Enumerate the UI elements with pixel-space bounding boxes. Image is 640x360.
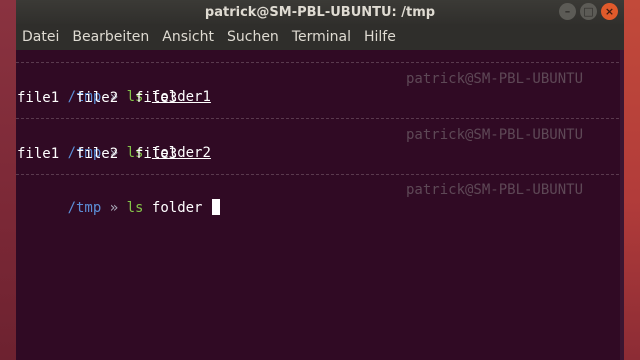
prompt-line: /tmp » ls folder1 xyxy=(17,70,211,105)
prompt-directory: /tmp xyxy=(67,200,102,216)
minimize-button[interactable]: – xyxy=(559,3,576,20)
prompt-line: /tmp » ls folder2 xyxy=(17,126,211,161)
scrollbar[interactable] xyxy=(620,50,624,360)
prompt-separator xyxy=(16,62,624,63)
command-output: file1 file2 file3 xyxy=(17,90,178,106)
terminal-window: patrick@SM-PBL-UBUNTU: /tmp – □ × Datei … xyxy=(16,0,624,360)
host-hint: patrick@SM-PBL-UBUNTU xyxy=(406,71,584,87)
prompt-arrow: » xyxy=(109,200,119,216)
text-cursor xyxy=(211,199,220,215)
window-controls: – □ × xyxy=(559,3,618,20)
menu-datei[interactable]: Datei xyxy=(22,29,59,45)
title-bar[interactable]: patrick@SM-PBL-UBUNTU: /tmp – □ × xyxy=(16,0,624,24)
command-output: file1 file2 file3 xyxy=(17,146,178,162)
menu-bearbeiten[interactable]: Bearbeiten xyxy=(72,29,149,45)
command-name: ls xyxy=(126,200,144,216)
menu-terminal[interactable]: Terminal xyxy=(292,29,351,45)
menu-ansicht[interactable]: Ansicht xyxy=(162,29,214,45)
window-title: patrick@SM-PBL-UBUNTU: /tmp xyxy=(204,4,436,20)
menu-suchen[interactable]: Suchen xyxy=(227,29,279,45)
prompt-separator xyxy=(16,118,624,119)
menu-hilfe[interactable]: Hilfe xyxy=(364,29,396,45)
maximize-button[interactable]: □ xyxy=(580,3,597,20)
host-hint: patrick@SM-PBL-UBUNTU xyxy=(406,182,584,198)
terminal-output[interactable]: /tmp » ls folder1 patrick@SM-PBL-UBUNTU … xyxy=(16,50,624,360)
command-input[interactable]: folder xyxy=(152,200,203,216)
host-hint: patrick@SM-PBL-UBUNTU xyxy=(406,127,584,143)
menu-bar: Datei Bearbeiten Ansicht Suchen Terminal… xyxy=(16,24,624,50)
prompt-separator xyxy=(16,174,624,175)
desktop-background-left xyxy=(0,0,16,360)
close-button[interactable]: × xyxy=(601,3,618,20)
desktop-background-right xyxy=(624,0,640,360)
current-prompt-line[interactable]: /tmp » ls folder xyxy=(17,181,220,216)
